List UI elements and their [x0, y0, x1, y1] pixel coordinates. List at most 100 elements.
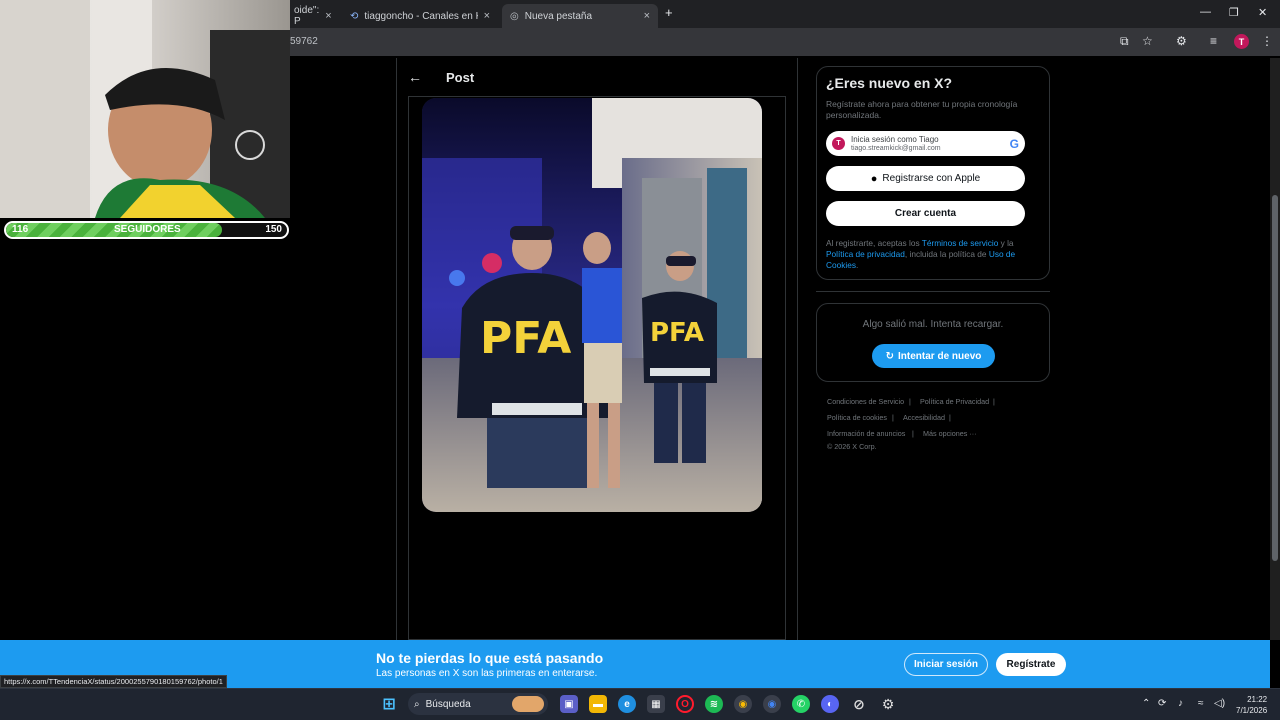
media-control-icon[interactable]: ≡ [1210, 34, 1217, 48]
banner-login-button[interactable]: Iniciar sesión [904, 653, 988, 676]
tab-kick[interactable]: ⟲ tiaggoncho - Canales en Kick | × [342, 4, 498, 28]
google-signin-button[interactable]: T Inicia sesión como Tiago tiago.streamk… [826, 131, 1025, 156]
error-message: Algo salió mal. Intenta recargar. [862, 319, 1004, 330]
banner-subtitle: Las personas en X son las primeras en en… [376, 668, 598, 679]
obs-icon[interactable]: ⊘ [850, 695, 868, 713]
footer-link-terms[interactable]: Condiciones de Servicio [827, 397, 904, 406]
google-g-icon: G [1009, 136, 1019, 151]
create-account-button[interactable]: Crear cuenta [826, 201, 1025, 226]
legal-mid2: , incluida la política de [904, 249, 989, 259]
tab-label: tiaggoncho - Canales en Kick | [364, 10, 477, 22]
banner-title: No te pierdas lo que está pasando [376, 650, 604, 666]
footer-link-accessibility[interactable]: Accesibilidad [903, 413, 945, 422]
tab-x-post[interactable]: oide": P × [286, 4, 338, 28]
tab-label: Nueva pestaña [524, 10, 593, 22]
footer-copyright: © 2026 X Corp. [827, 442, 877, 451]
restore-icon[interactable]: ❐ [1229, 6, 1239, 19]
svg-text:PFA: PFA [480, 313, 571, 364]
refresh-icon: ↻ [885, 350, 895, 362]
apple-icon: ● [870, 172, 878, 185]
error-card [816, 303, 1050, 382]
tray-expand-icon[interactable]: ⌃ [1142, 698, 1150, 709]
close-tab-icon[interactable]: × [484, 10, 490, 22]
tab-new[interactable]: ◎ Nueva pestaña × [502, 4, 658, 28]
windows-start-icon[interactable]: ⊞ [380, 695, 398, 713]
create-account-label: Crear cuenta [894, 208, 957, 219]
extensions-icon[interactable]: ⚙ [1176, 34, 1187, 48]
divider [816, 291, 1050, 292]
footer-link-ads[interactable]: Información de anuncios [827, 429, 905, 438]
footer-separator: | [949, 413, 951, 422]
minimize-icon[interactable]: — [1200, 6, 1211, 18]
terms-link[interactable]: Términos de servicio [922, 238, 999, 248]
retry-button[interactable]: ↻ Intentar de nuevo [872, 344, 995, 368]
post-header: ← Post [408, 66, 474, 88]
spotify-icon[interactable]: ≋ [705, 695, 723, 713]
post-header-title: Post [446, 69, 475, 85]
close-tab-icon[interactable]: × [644, 10, 650, 22]
close-tab-icon[interactable]: × [325, 10, 331, 22]
search-icon: ⌕ [414, 698, 420, 710]
menu-dots-icon[interactable]: ⋮ [1261, 34, 1273, 48]
search-highlight-icon [512, 696, 544, 712]
login-label: Iniciar sesión [914, 659, 978, 670]
banner-signup-button[interactable]: Regístrate [996, 653, 1066, 676]
file-explorer-icon[interactable]: ▬ [589, 695, 607, 713]
footer-link-more[interactable]: Más opciones ··· [923, 429, 977, 438]
teams-icon[interactable]: ▣ [560, 695, 578, 713]
footer-separator: | [909, 397, 911, 406]
taskbar-search-label: Búsqueda [425, 698, 471, 710]
clock-date: 7/1/2026 [1236, 706, 1268, 715]
google-signin-title: Inicia sesión como Tiago [851, 134, 939, 144]
volume-icon[interactable]: ◁) [1214, 698, 1225, 709]
profile-avatar[interactable]: T [1234, 34, 1249, 49]
microphone-icon[interactable]: ♪ [1178, 698, 1183, 709]
back-arrow-icon[interactable]: ← [408, 69, 422, 85]
google-signin-email: tiago.streamkick@gmail.com [851, 144, 941, 152]
svg-text:PFA: PFA [650, 318, 704, 348]
apple-signup-button[interactable]: ● Registrarse con Apple [826, 166, 1025, 191]
sync-icon[interactable]: ⟳ [1158, 698, 1166, 709]
taskbar-search[interactable]: ⌕ Búsqueda [408, 693, 548, 715]
status-bar-url: https://x.com/TTendenciaX/status/2000255… [0, 675, 227, 688]
taskbar-clock[interactable]: 21:22 7/1/2026 [1236, 694, 1267, 716]
apple-signup-label: Registrarse con Apple [882, 173, 981, 184]
footer-separator: | [892, 413, 894, 422]
bookmark-star-icon[interactable]: ☆ [1142, 34, 1153, 48]
police-photo-illustration: PFA PFA [422, 98, 762, 512]
install-app-icon[interactable]: ⧉ [1120, 34, 1129, 49]
footer-separator: | [993, 397, 995, 406]
footer-link-privacy[interactable]: Política de Privacidad [920, 397, 989, 406]
windows-taskbar [0, 688, 1280, 720]
clock-time: 21:22 [1247, 695, 1268, 704]
streamer-webcam-illustration [0, 0, 290, 218]
signup-legal-text: Al registrarte, aceptas los Términos de … [826, 238, 1034, 271]
url-field[interactable]: 59762 [290, 36, 318, 47]
privacy-link[interactable]: Política de privacidad [826, 249, 905, 259]
kick-icon: ⟲ [350, 10, 359, 22]
post-photo[interactable]: PFA PFA [422, 98, 762, 512]
footer-link-cookies[interactable]: Política de cookies [827, 413, 887, 422]
webcam-overlay [0, 0, 290, 218]
chrome-profile-icon[interactable]: ◉ [734, 695, 752, 713]
followers-goal-bar: 116 SEGUIDORES 150 [4, 221, 289, 239]
screen: oide": P × ⟲ tiaggoncho - Canales en Kic… [0, 0, 1280, 720]
whatsapp-icon[interactable]: ✆ [792, 695, 810, 713]
opera-icon[interactable]: O [676, 695, 694, 713]
signup-subtitle: Regístrate ahora para obtener tu propia … [826, 99, 1018, 120]
chrome-icon[interactable]: ◉ [763, 695, 781, 713]
followers-current: 116 [12, 224, 29, 235]
new-tab-button[interactable]: + [665, 5, 673, 20]
store-icon[interactable]: ▦ [647, 695, 665, 713]
settings-gear-icon[interactable]: ⚙ [879, 695, 897, 713]
scrollbar-thumb[interactable] [1272, 195, 1278, 561]
discord-icon[interactable]: ◐ [821, 695, 839, 713]
legal-prefix: Al registrarte, aceptas los [826, 238, 922, 248]
edge-icon[interactable]: e [618, 695, 636, 713]
followers-label: SEGUIDORES [114, 224, 181, 235]
close-window-icon[interactable]: ✕ [1258, 6, 1267, 19]
google-account-text: Inicia sesión como Tiago tiago.streamkic… [851, 135, 941, 153]
signup-label: Regístrate [1006, 659, 1056, 670]
chrome-icon: ◎ [510, 10, 519, 22]
wifi-icon[interactable]: ≈ [1198, 698, 1204, 709]
